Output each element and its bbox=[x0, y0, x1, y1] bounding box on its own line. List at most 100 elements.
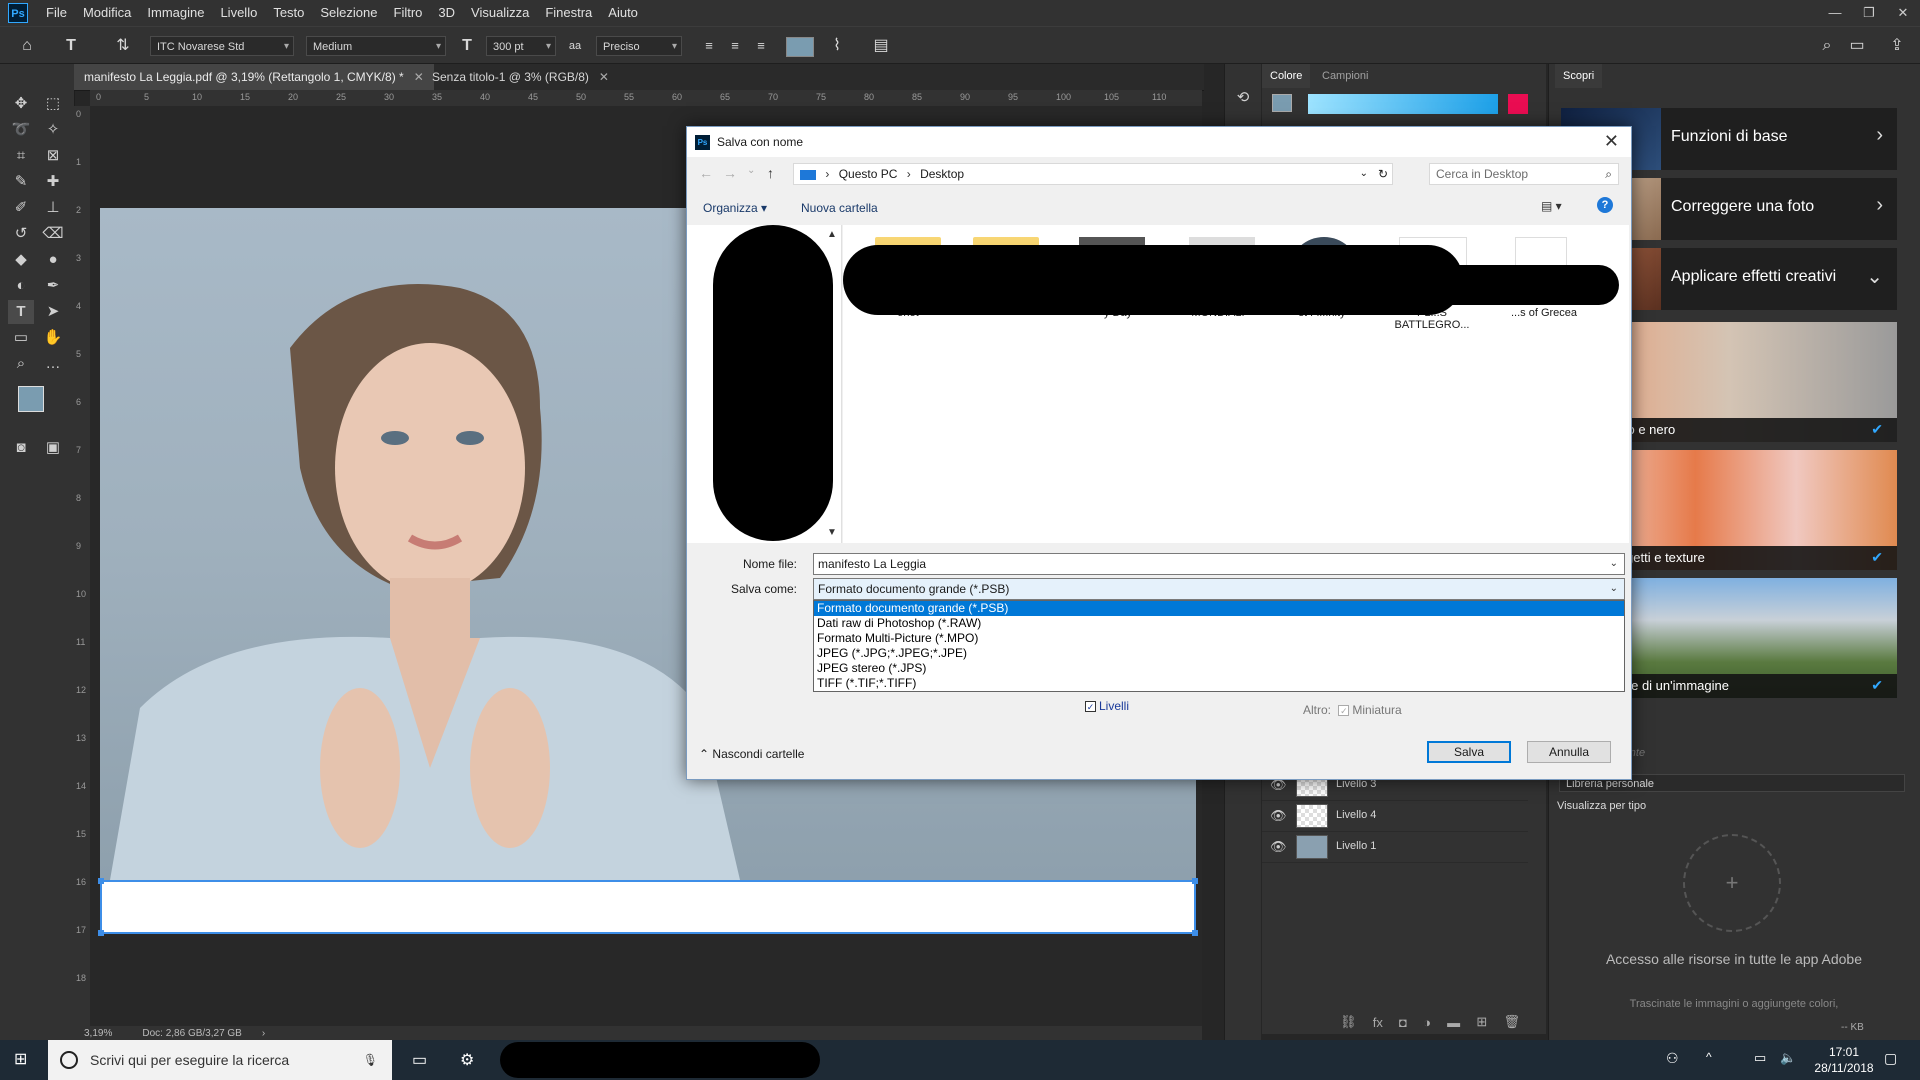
filename-input[interactable]: manifesto La Leggia ⌄ bbox=[813, 553, 1625, 575]
file-list[interactable]: onet y Day MONDIALI st Fi...nity PL...S … bbox=[843, 225, 1629, 543]
chevron-down-icon[interactable]: ⌄ bbox=[747, 165, 755, 176]
people-icon[interactable]: ⚇ bbox=[1666, 1050, 1679, 1067]
zoom-tool-icon[interactable]: ⌕ bbox=[8, 352, 34, 376]
font-size-select[interactable]: 300 pt bbox=[486, 36, 556, 57]
tab-campioni[interactable]: Campioni bbox=[1314, 64, 1376, 88]
transform-handle[interactable] bbox=[1192, 878, 1198, 884]
breadcrumb-this-pc[interactable]: Questo PC bbox=[839, 167, 898, 181]
chevron-down-icon[interactable]: ⌄ bbox=[1360, 164, 1368, 184]
up-icon[interactable]: ↑ bbox=[767, 165, 774, 181]
warp-text-icon[interactable]: ⌇ bbox=[826, 35, 848, 57]
transform-handle[interactable] bbox=[1192, 930, 1198, 936]
menu-immagine[interactable]: Immagine bbox=[139, 0, 212, 26]
cancel-button[interactable]: Annulla bbox=[1527, 741, 1611, 763]
restore-icon[interactable]: ❐ bbox=[1852, 5, 1886, 21]
savetype-option[interactable]: Formato documento grande (*.PSB) bbox=[814, 601, 1624, 616]
transform-handle[interactable] bbox=[98, 878, 104, 884]
savetype-option[interactable]: TIFF (*.TIF;*.TIFF) bbox=[814, 676, 1624, 691]
font-style-select[interactable]: Medium bbox=[306, 36, 446, 57]
menu-visualizza[interactable]: Visualizza bbox=[463, 0, 537, 26]
navigation-pane[interactable]: ▲ ▼ bbox=[687, 225, 842, 543]
magic-wand-tool-icon[interactable]: ✧ bbox=[40, 118, 66, 142]
menu-livello[interactable]: Livello bbox=[212, 0, 265, 26]
organize-button[interactable]: Organizza ▾ bbox=[703, 201, 767, 215]
marquee-tool-icon[interactable]: ⬚ bbox=[40, 92, 66, 116]
color-swatch[interactable] bbox=[1272, 94, 1292, 112]
menu-aiuto[interactable]: Aiuto bbox=[600, 0, 646, 26]
clock[interactable]: 17:01 28/11/2018 bbox=[1814, 1044, 1874, 1076]
search-icon[interactable]: ⌕ bbox=[1816, 35, 1838, 57]
text-tool-preset-icon[interactable]: T bbox=[60, 35, 82, 57]
home-icon[interactable]: ⌂ bbox=[16, 35, 38, 57]
eyedropper-tool-icon[interactable]: ✎ bbox=[8, 170, 34, 194]
forward-icon[interactable]: → bbox=[723, 165, 737, 181]
tab-colore[interactable]: Colore bbox=[1262, 64, 1311, 88]
hide-folders-toggle[interactable]: ⌃ Nascondi cartelle bbox=[699, 747, 804, 761]
dialog-search-input[interactable]: Cerca in Desktop ⌕ bbox=[1429, 163, 1619, 185]
settings-icon[interactable]: ⚙ bbox=[460, 1050, 474, 1070]
more-tools-icon[interactable]: … bbox=[40, 352, 66, 376]
savetype-option[interactable]: JPEG stereo (*.JPS) bbox=[814, 661, 1624, 676]
hand-tool-icon[interactable]: ✋ bbox=[40, 326, 66, 350]
tab-scopri[interactable]: Scopri bbox=[1555, 64, 1603, 88]
refresh-icon[interactable]: ↻ bbox=[1378, 164, 1388, 184]
quick-mask-icon[interactable]: ◙ bbox=[8, 436, 34, 460]
share-icon[interactable]: ⇪ bbox=[1886, 35, 1908, 57]
add-asset-icon[interactable]: + bbox=[1683, 834, 1781, 932]
font-family-select[interactable]: ITC Novarese Std bbox=[150, 36, 294, 57]
layers-checkbox[interactable]: ✓ Livelli bbox=[1085, 699, 1129, 713]
foreground-color-swatch[interactable] bbox=[18, 386, 44, 412]
pen-tool-icon[interactable]: ✒ bbox=[40, 274, 66, 298]
close-tab-icon[interactable]: ✕ bbox=[599, 70, 609, 84]
antialias-select[interactable]: Preciso bbox=[596, 36, 682, 57]
menu-selezione[interactable]: Selezione bbox=[312, 0, 385, 26]
layer-row[interactable]: 👁 Livello 1 bbox=[1262, 832, 1528, 863]
brush-tool-icon[interactable]: ✐ bbox=[8, 196, 34, 220]
link-icon[interactable]: ⛓ bbox=[1340, 1014, 1357, 1030]
new-layer-icon[interactable]: ⊞ bbox=[1476, 1014, 1487, 1030]
address-path[interactable]: › Questo PC › Desktop ⌄ ↻ bbox=[793, 163, 1393, 185]
type-tool-icon[interactable]: T bbox=[8, 300, 34, 324]
scroll-up-icon[interactable]: ▲ bbox=[827, 229, 837, 240]
workspace-icon[interactable]: ▭ bbox=[1846, 35, 1868, 57]
selected-rectangle-layer[interactable] bbox=[98, 878, 1198, 936]
fx-icon[interactable]: fx bbox=[1373, 1015, 1383, 1030]
scroll-down-icon[interactable]: ▼ bbox=[827, 527, 837, 538]
network-icon[interactable]: ▭ bbox=[1754, 1050, 1766, 1066]
menu-testo[interactable]: Testo bbox=[265, 0, 312, 26]
menu-3d[interactable]: 3D bbox=[430, 0, 463, 26]
color-spectrum[interactable] bbox=[1308, 94, 1498, 114]
blur-tool-icon[interactable]: ● bbox=[40, 248, 66, 272]
menu-filtro[interactable]: Filtro bbox=[386, 0, 431, 26]
taskbar-search[interactable]: Scrivi qui per eseguire la ricerca 🎙 bbox=[48, 1040, 392, 1080]
history-panel-icon[interactable]: ⟲ bbox=[1230, 86, 1256, 110]
rectangle-tool-icon[interactable]: ▭ bbox=[8, 326, 34, 350]
tab-manifesto[interactable]: manifesto La Leggia.pdf @ 3,19% (Rettang… bbox=[74, 64, 434, 90]
volume-icon[interactable]: 🔈 bbox=[1780, 1050, 1796, 1066]
trash-icon[interactable]: 🗑 bbox=[1503, 1014, 1520, 1030]
highlight-color[interactable] bbox=[1508, 94, 1528, 114]
windows-start-icon[interactable]: ⊞ bbox=[14, 1052, 30, 1068]
layer-name[interactable]: Livello 1 bbox=[1336, 840, 1376, 852]
dodge-tool-icon[interactable]: ◐ bbox=[8, 274, 34, 298]
menu-modifica[interactable]: Modifica bbox=[75, 0, 139, 26]
path-selection-tool-icon[interactable]: ➤ bbox=[40, 300, 66, 324]
view-options-icon[interactable]: ▤ ▾ bbox=[1541, 199, 1562, 213]
thumbnail-checkbox[interactable]: ✓ bbox=[1338, 705, 1350, 717]
transform-handle[interactable] bbox=[98, 930, 104, 936]
save-button[interactable]: Salva bbox=[1427, 741, 1511, 763]
savetype-option[interactable]: Dati raw di Photoshop (*.RAW) bbox=[814, 616, 1624, 631]
chevron-down-icon[interactable]: ⌄ bbox=[1610, 579, 1618, 599]
paint-bucket-tool-icon[interactable]: ◆ bbox=[8, 248, 34, 272]
eye-icon[interactable]: 👁 bbox=[1270, 839, 1287, 855]
tab-senza-titolo[interactable]: Senza titolo-1 @ 3% (RGB/8) ✕ bbox=[422, 64, 619, 90]
healing-brush-tool-icon[interactable]: ✚ bbox=[40, 170, 66, 194]
task-view-icon[interactable]: ▭ bbox=[412, 1050, 427, 1070]
close-icon[interactable]: ✕ bbox=[1604, 131, 1619, 152]
microphone-icon[interactable]: 🎙 bbox=[363, 1053, 378, 1067]
close-icon[interactable]: ✕ bbox=[1886, 5, 1920, 21]
move-tool-icon[interactable]: ✥ bbox=[8, 92, 34, 116]
chevron-up-icon[interactable]: ^ bbox=[1706, 1050, 1712, 1064]
savetype-option[interactable]: JPEG (*.JPG;*.JPEG;*.JPE) bbox=[814, 646, 1624, 661]
folder-icon[interactable]: ▬ bbox=[1447, 1015, 1460, 1030]
